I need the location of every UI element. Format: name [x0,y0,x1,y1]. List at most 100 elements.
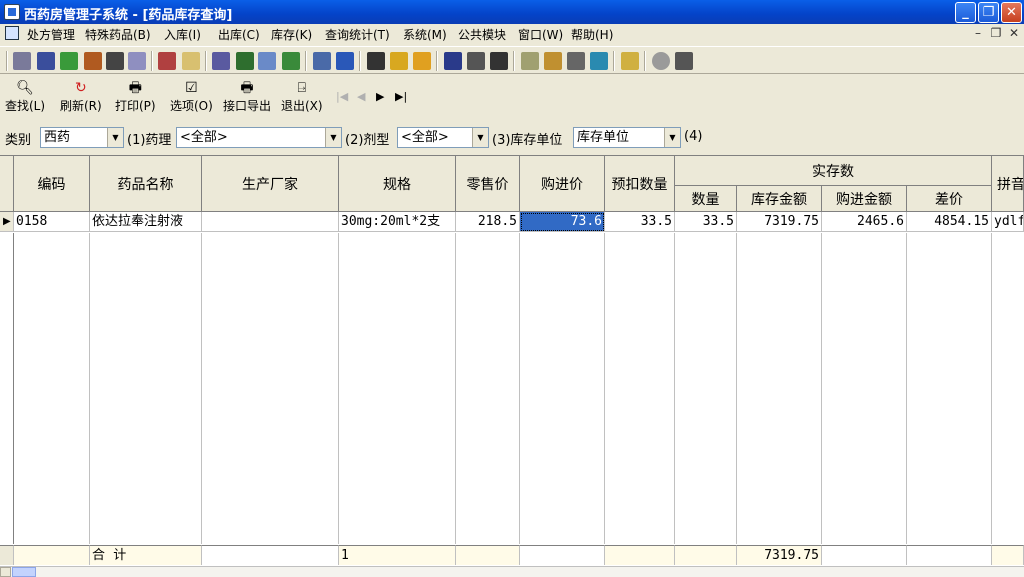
header-pinyin[interactable]: 拼音 [992,156,1024,212]
chevron-down-icon[interactable]: ▼ [472,128,488,147]
next-record-icon[interactable]: ▶ [376,90,384,103]
bottle-icon[interactable] [37,52,55,70]
title-bar: 西药房管理子系统 - [药品库存查询] _ ❐ ✕ [0,0,1024,24]
computer-icon[interactable] [13,52,31,70]
options-button[interactable]: ☑︎ 选项(O) [170,81,213,114]
header-quantity[interactable]: 数量 [675,186,737,212]
cell-purchase-amount[interactable]: 2465.6 [822,212,907,232]
search-binoculars-icon[interactable] [467,52,485,70]
thermometer-icon[interactable] [544,52,562,70]
column-divider [736,233,737,544]
header-spec[interactable]: 规格 [339,156,456,212]
last-record-icon[interactable]: ▶| [395,90,407,103]
mdi-restore-icon[interactable]: ❐ [989,26,1003,40]
window-icon[interactable] [590,52,608,70]
zoom-icon[interactable] [675,52,693,70]
scroll-thumb[interactable] [12,567,36,577]
menu-stock-out[interactable]: 出库(C) [218,26,260,43]
header-manufacturer[interactable]: 生产厂家 [202,156,339,212]
copy-icon[interactable] [258,52,276,70]
cell-code[interactable]: 0158 [14,212,90,232]
cup-icon[interactable] [444,52,462,70]
refresh-button[interactable]: ↻ 刷新(R) [60,81,102,114]
menu-window[interactable]: 窗口(W) [518,26,563,43]
menu-query-stats[interactable]: 查询统计(T) [325,26,390,43]
menu-special-drugs[interactable]: 特殊药品(B) [85,26,151,43]
folder-open-icon[interactable] [621,52,639,70]
find-icon[interactable] [490,52,508,70]
restore-button[interactable]: ❐ [978,2,999,23]
document-list-icon[interactable] [212,52,230,70]
header-price-difference[interactable]: 差价 [907,186,992,212]
menu-public-module[interactable]: 公共模块 [458,26,506,43]
cell-price-difference[interactable]: 4854.15 [907,212,992,232]
card-icon[interactable] [182,52,200,70]
drug-box-icon[interactable] [84,52,102,70]
form-edit-icon[interactable] [313,52,331,70]
cell-pinyin[interactable]: ydlf [992,212,1024,232]
pharmacology-select[interactable]: <全部> ▼ [176,127,342,148]
menu-system[interactable]: 系统(M) [403,26,447,43]
totals-code [14,545,90,565]
grid-icon[interactable] [367,52,385,70]
cell-retail-price[interactable]: 218.5 [456,212,520,232]
chevron-down-icon[interactable]: ▼ [664,128,680,147]
toolbar-separator [359,51,361,71]
magnifier-icon[interactable] [567,52,585,70]
current-row-arrow-icon[interactable]: ▶ [0,212,14,232]
menu-help[interactable]: 帮助(H) [571,26,613,43]
menu-prescription[interactable]: 处方管理 [27,26,75,43]
checkbox-icon[interactable] [60,52,78,70]
tools-icon[interactable] [128,52,146,70]
chevron-down-icon[interactable]: ▼ [107,128,123,147]
export-button-label: 接口导出 [223,99,272,113]
edit-icon[interactable] [158,52,176,70]
monitor-icon[interactable] [336,52,354,70]
header-purchase-price[interactable]: 购进价 [520,156,605,212]
scroll-left-button[interactable] [0,567,11,577]
cell-quantity[interactable]: 33.5 [675,212,737,232]
export-button[interactable]: 🖶︎ 接口导出 [223,81,271,114]
horizontal-scrollbar[interactable] [0,566,1024,577]
binoculars-icon[interactable] [106,52,124,70]
menu-stock-in[interactable]: 入库(I) [164,26,201,43]
first-record-icon: |◀ [336,90,349,103]
print-button[interactable]: 🖶︎ 打印(P) [115,81,156,114]
header-code[interactable]: 编码 [14,156,90,212]
document-icon[interactable] [5,26,19,40]
exit-button[interactable]: ⍈ 退出(X) [281,81,323,114]
minimize-button[interactable]: _ [955,2,976,23]
header-purchase-amount[interactable]: 购进金额 [822,186,907,212]
cell-drug-name[interactable]: 依达拉奉注射液 [90,212,202,232]
mdi-minimize-icon[interactable]: – [971,26,985,40]
totals-purchase [520,545,605,565]
options-button-label: 选项(O) [170,99,213,113]
checkmark-icon[interactable] [236,52,254,70]
cell-spec[interactable]: 30mg:20ml*2支 [339,212,456,232]
stock-grid[interactable]: 编码 药品名称 生产厂家 规格 零售价 购进价 预扣数量 实存数 数量 库存金额… [0,155,1024,567]
totals-quantity [675,545,737,565]
header-drug-name[interactable]: 药品名称 [90,156,202,212]
dosage-form-select[interactable]: <全部> ▼ [397,127,489,148]
menu-inventory[interactable]: 库存(K) [271,26,312,43]
stock-unit-select[interactable]: 库存单位 ▼ [573,127,681,148]
header-stock-amount[interactable]: 库存金额 [737,186,822,212]
close-button[interactable]: ✕ [1001,2,1022,23]
arrow-doc-icon[interactable] [282,52,300,70]
bell-icon[interactable] [390,52,408,70]
cell-stock-amount[interactable]: 7319.75 [737,212,822,232]
cell-purchase-price[interactable]: 73.6 [520,212,605,232]
find-button[interactable]: 🔍︎ 查找(L) [5,81,45,114]
column-divider [821,233,822,544]
category-select[interactable]: 西药 ▼ [40,127,124,148]
toolbar-separator [6,51,8,71]
header-retail-price[interactable]: 零售价 [456,156,520,212]
row-indicator-header [0,156,14,212]
cell-manufacturer[interactable] [202,212,339,232]
mdi-close-icon[interactable]: ✕ [1007,26,1021,40]
header-reserved-qty[interactable]: 预扣数量 [605,156,675,212]
cell-reserved-qty[interactable]: 33.5 [605,212,675,232]
folder-icon[interactable] [521,52,539,70]
chart-icon[interactable] [413,52,431,70]
chevron-down-icon[interactable]: ▼ [325,128,341,147]
